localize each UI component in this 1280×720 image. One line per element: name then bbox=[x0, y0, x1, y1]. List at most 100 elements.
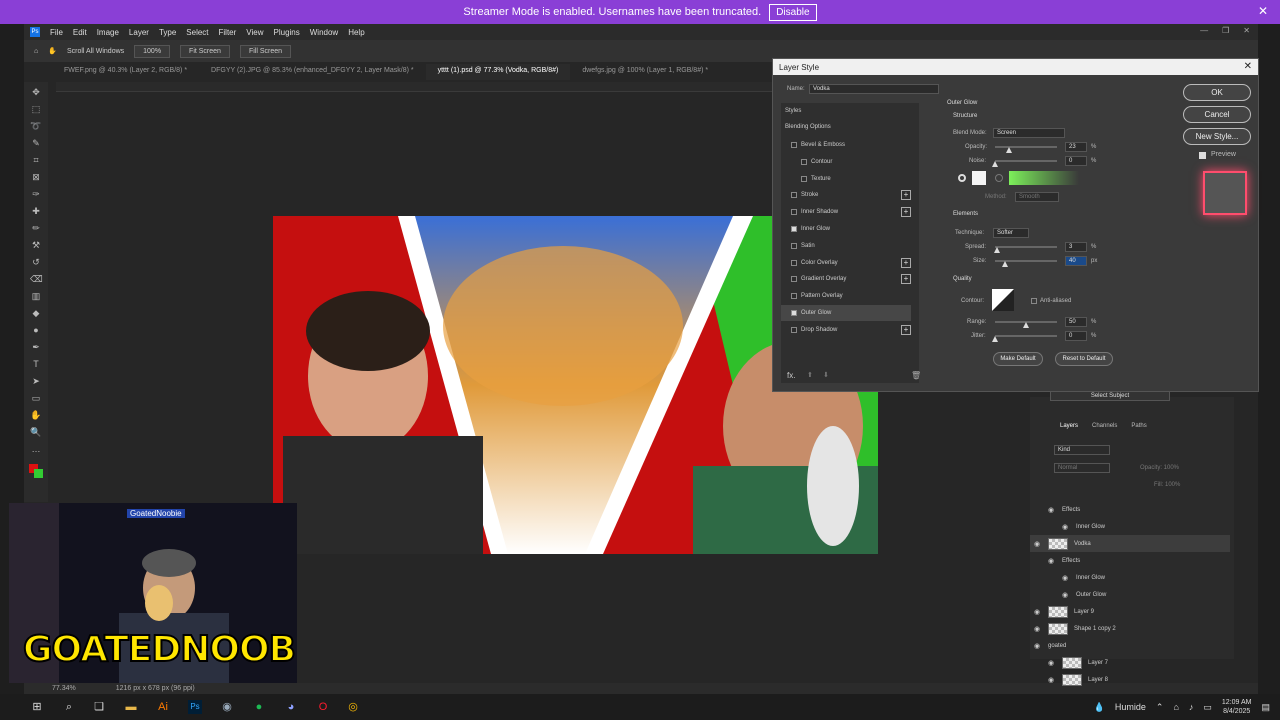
opacity-slider[interactable] bbox=[995, 146, 1057, 148]
select-subject-button[interactable]: Select Subject bbox=[1050, 391, 1170, 401]
style-checkbox[interactable] bbox=[791, 310, 797, 316]
style-item-inner-glow[interactable]: Inner Glow bbox=[781, 221, 911, 237]
style-item-inner-shadow[interactable]: Inner Shadow + bbox=[781, 204, 911, 220]
style-checkbox[interactable] bbox=[791, 226, 797, 232]
style-item-gradient-overlay[interactable]: Gradient Overlay + bbox=[781, 271, 911, 287]
lasso-tool-icon[interactable]: ➰ bbox=[30, 120, 42, 132]
close-window-icon[interactable]: ✕ bbox=[1243, 26, 1250, 35]
technique-select[interactable]: Softer bbox=[993, 228, 1029, 238]
menu-plugins[interactable]: Plugins bbox=[274, 28, 300, 37]
spread-input[interactable]: 3 bbox=[1065, 242, 1087, 252]
dialog-close-icon[interactable]: ✕ bbox=[1244, 61, 1252, 72]
add-style-icon[interactable]: + bbox=[901, 207, 911, 218]
illustrator-icon[interactable]: Ai bbox=[156, 700, 170, 714]
range-slider-knob[interactable] bbox=[1023, 322, 1029, 328]
menu-help[interactable]: Help bbox=[348, 28, 364, 37]
style-item-outer-glow[interactable]: Outer Glow bbox=[781, 305, 911, 321]
add-style-icon[interactable]: + bbox=[901, 324, 911, 335]
style-checkbox[interactable] bbox=[801, 175, 807, 182]
size-slider-knob[interactable] bbox=[1001, 261, 1008, 267]
noise-slider[interactable] bbox=[995, 160, 1057, 162]
visibility-eye-icon[interactable]: ◉ bbox=[1048, 557, 1056, 565]
more-tools-icon[interactable]: … bbox=[30, 443, 42, 455]
weather-label[interactable]: Humide bbox=[1115, 702, 1146, 712]
visibility-eye-icon[interactable]: ◉ bbox=[1062, 574, 1070, 582]
menu-filter[interactable]: Filter bbox=[219, 28, 237, 37]
layer-row[interactable]: ◉ Inner Glow bbox=[1030, 518, 1230, 535]
style-checkbox[interactable] bbox=[791, 276, 797, 283]
zoom-tool-icon[interactable]: 🔍 bbox=[30, 426, 42, 438]
noise-input[interactable]: 0 bbox=[1065, 156, 1087, 166]
menu-select[interactable]: Select bbox=[186, 28, 208, 37]
style-checkbox[interactable] bbox=[791, 142, 797, 148]
scroll-all-checkbox[interactable]: Scroll All Windows bbox=[67, 48, 124, 55]
notification-icon[interactable]: ▤ bbox=[1261, 702, 1270, 713]
fit-screen-button[interactable]: Fit Screen bbox=[180, 44, 230, 58]
opera-icon[interactable]: O bbox=[316, 700, 330, 714]
chrome-icon[interactable]: ◎ bbox=[346, 700, 360, 714]
discord-icon[interactable]: ◕ bbox=[284, 700, 298, 714]
eyedropper-icon[interactable]: ✑ bbox=[30, 188, 42, 200]
panel-tab-paths[interactable]: Paths bbox=[1131, 423, 1146, 429]
new-style-button[interactable]: New Style... bbox=[1183, 128, 1251, 145]
style-checkbox[interactable] bbox=[791, 326, 797, 333]
jitter-slider-knob[interactable] bbox=[992, 336, 998, 342]
solid-color-radio[interactable] bbox=[958, 174, 966, 182]
blend-mode-dropdown[interactable]: Normal bbox=[1054, 463, 1110, 473]
layer-row[interactable]: ◉ goated bbox=[1030, 637, 1230, 654]
zoom-level[interactable]: 77.34% bbox=[52, 685, 76, 692]
menu-view[interactable]: View bbox=[246, 28, 263, 37]
style-item-pattern-overlay[interactable]: Pattern Overlay bbox=[781, 288, 911, 304]
healing-brush-icon[interactable]: ✚ bbox=[30, 205, 42, 217]
style-item-contour[interactable]: Contour bbox=[781, 154, 911, 170]
visibility-eye-icon[interactable]: ◉ bbox=[1048, 676, 1056, 684]
panel-tab-layers[interactable]: Layers bbox=[1060, 423, 1078, 429]
zoom-100-button[interactable]: 100% bbox=[134, 44, 171, 58]
opacity-slider-knob[interactable] bbox=[1006, 147, 1013, 153]
search-icon[interactable]: ⌕ bbox=[62, 700, 76, 714]
document-tab[interactable]: DFGYY (2).JPG @ 85.3% (enhanced_DFGYY 2,… bbox=[199, 64, 426, 80]
style-checkbox[interactable] bbox=[791, 192, 797, 199]
spread-slider[interactable] bbox=[995, 246, 1057, 248]
glow-color-swatch[interactable] bbox=[972, 171, 986, 185]
brush-tool-icon[interactable]: ✏ bbox=[30, 222, 42, 234]
document-tab[interactable]: dwefgs.jpg @ 100% (Layer 1, RGB/8#) * bbox=[570, 64, 720, 80]
noise-slider-knob[interactable] bbox=[992, 161, 998, 167]
menu-type[interactable]: Type bbox=[159, 28, 176, 37]
menu-image[interactable]: Image bbox=[97, 28, 119, 37]
dodge-tool-icon[interactable]: ● bbox=[30, 324, 42, 336]
visibility-eye-icon[interactable]: ◉ bbox=[1048, 506, 1056, 514]
restore-icon[interactable]: ❐ bbox=[1222, 26, 1229, 35]
network-icon[interactable]: ⌂ bbox=[1173, 702, 1178, 712]
layer-fill[interactable]: Fill: 100% bbox=[1154, 482, 1180, 488]
menu-file[interactable]: File bbox=[50, 28, 63, 37]
layer-row[interactable]: ◉ Vodka bbox=[1030, 535, 1230, 552]
document-tab[interactable]: ytttt (1).psd @ 77.3% (Vodka, RGB/8#) bbox=[425, 64, 571, 80]
volume-icon[interactable]: ♪ bbox=[1189, 702, 1194, 712]
contour-preview[interactable] bbox=[992, 289, 1014, 311]
antialiased-checkbox[interactable] bbox=[1031, 298, 1037, 304]
history-brush-icon[interactable]: ↺ bbox=[30, 256, 42, 268]
visibility-eye-icon[interactable]: ◉ bbox=[1034, 540, 1042, 548]
clock[interactable]: 12:09 AM 8/4/2025 bbox=[1222, 698, 1252, 716]
method-select[interactable]: Smooth bbox=[1015, 192, 1059, 202]
disable-button[interactable]: Disable bbox=[769, 3, 817, 21]
style-checkbox[interactable] bbox=[791, 293, 797, 300]
layer-row[interactable]: ◉ Effects bbox=[1030, 552, 1230, 569]
photoshop-taskbar-icon[interactable]: Ps bbox=[188, 700, 202, 714]
style-item-color-overlay[interactable]: Color Overlay + bbox=[781, 255, 911, 271]
document-tab[interactable]: FWEF.png @ 40.3% (Layer 2, RGB/8) * bbox=[52, 64, 199, 80]
spread-slider-knob[interactable] bbox=[993, 247, 1000, 253]
style-checkbox[interactable] bbox=[791, 209, 797, 216]
shape-tool-icon[interactable]: ▭ bbox=[30, 392, 42, 404]
add-style-icon[interactable]: + bbox=[901, 274, 911, 285]
gradient-tool-icon[interactable]: ▥ bbox=[30, 290, 42, 302]
blur-tool-icon[interactable]: ◆ bbox=[30, 307, 42, 319]
marquee-tool-icon[interactable]: ⬚ bbox=[30, 103, 42, 115]
background-color-swatch[interactable] bbox=[34, 469, 43, 478]
visibility-eye-icon[interactable]: ◉ bbox=[1034, 608, 1042, 616]
hand-tool-icon[interactable]: ✋ bbox=[30, 409, 42, 421]
minimize-icon[interactable]: — bbox=[1200, 26, 1208, 35]
style-item-bevel-emboss[interactable]: Bevel & Emboss bbox=[781, 137, 911, 153]
battery-icon[interactable]: ▭ bbox=[1203, 702, 1212, 713]
